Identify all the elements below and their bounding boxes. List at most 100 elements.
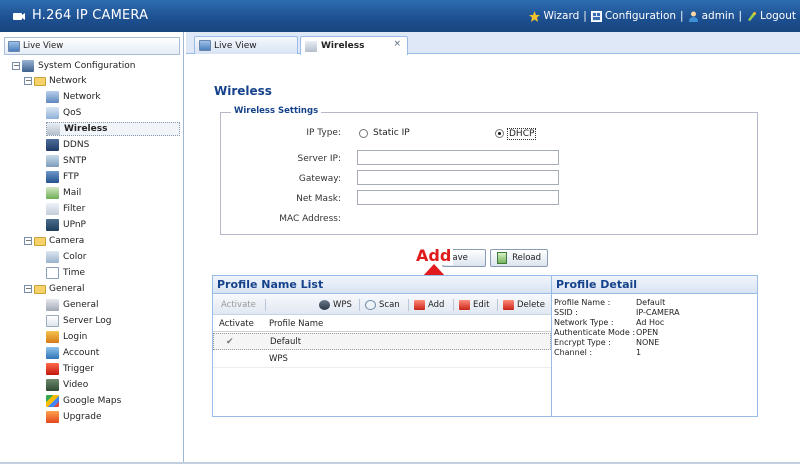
app-title: H.264 IP CAMERA [32,8,149,23]
check-icon: ✔ [226,337,234,347]
collapse-icon[interactable]: − [24,285,32,293]
wizard-link[interactable]: Wizard [529,10,579,22]
tree-item-login[interactable]: Login [46,330,87,344]
table-row[interactable]: ✔ Default [213,333,551,350]
tree-network-folder[interactable]: − Network [24,74,87,88]
tree-item-account[interactable]: Account [46,346,99,360]
tab-label: Wireless [321,41,365,51]
column-header-profile-name[interactable]: Profile Name [269,319,323,329]
gateway-label: Gateway: [298,174,341,184]
configuration-link[interactable]: Configuration [590,10,676,22]
tree-item-ddns[interactable]: DDNS [46,138,89,152]
tree-item-trigger[interactable]: Trigger [46,362,94,376]
profile-list-toolbar: Activate WPS Scan Add Edit Delete [213,295,551,315]
upnp-icon [46,219,59,231]
top-bar: H.264 IP CAMERA Wizard | Configuration |… [0,0,800,32]
server-log-icon [46,315,59,327]
profile-grid-header: Activate Profile Name [213,316,551,332]
close-icon[interactable]: × [393,39,401,49]
tree-label: Camera [49,236,85,246]
wps-icon [319,300,330,310]
tree-label: SNTP [63,156,87,166]
dhcp-radio[interactable] [495,129,504,138]
camera-logo-icon [13,13,25,20]
detail-value: Default [636,298,666,307]
tree-item-mail[interactable]: Mail [46,186,81,200]
live-view-icon [199,40,211,51]
edit-button[interactable]: Edit [459,298,489,312]
server-ip-input[interactable] [357,150,559,165]
top-navigation: Wizard | Configuration | admin | Logout [529,10,796,22]
wps-label: WPS [333,300,352,310]
net-mask-input[interactable] [357,190,559,205]
column-header-activate[interactable]: Activate [219,319,254,329]
tree-item-ftp[interactable]: FTP [46,170,79,184]
profile-name-list-panel: Profile Name List Activate WPS Scan Add [212,275,552,417]
tree-item-network[interactable]: Network [46,90,101,104]
gateway-input[interactable] [357,170,559,185]
table-row[interactable]: WPS [213,351,551,368]
tree-item-server-log[interactable]: Server Log [46,314,111,328]
collapse-icon[interactable]: − [24,237,32,245]
activate-button[interactable]: Activate [221,298,256,312]
tree-item-general[interactable]: General [46,298,98,312]
delete-button[interactable]: Delete [503,298,545,312]
mail-icon [46,187,59,199]
admin-label: admin [701,10,735,22]
scan-label: Scan [379,300,400,310]
collapse-icon[interactable]: − [24,77,32,85]
scan-button[interactable]: Scan [365,298,400,312]
static-ip-radio[interactable] [359,129,368,138]
static-ip-label: Static IP [373,128,410,138]
tree-label: QoS [63,108,82,118]
scan-icon [365,300,376,310]
tree-item-filter[interactable]: Filter [46,202,85,216]
page-title: Wireless [214,84,272,98]
tree-item-sntp[interactable]: SNTP [46,154,86,168]
tree-system-configuration[interactable]: − System Configuration [12,59,135,73]
tab-wireless[interactable]: Wireless × [300,36,408,55]
tree-item-time[interactable]: Time [46,266,85,280]
tree-label: FTP [63,172,79,182]
wps-button[interactable]: WPS [319,298,352,312]
tree-label: General [49,284,85,294]
tree-item-video[interactable]: Video [46,378,88,392]
tree-label: Login [63,332,88,342]
tree-general-folder[interactable]: − General [24,282,84,296]
login-icon [46,331,59,343]
tree-item-wireless[interactable]: Wireless [46,122,180,136]
collapse-icon[interactable]: − [12,62,20,70]
tree-camera-folder[interactable]: − Camera [24,234,84,248]
reload-button[interactable]: Reload [490,249,548,267]
user-icon [688,11,698,22]
delete-icon [503,300,514,310]
toolbar-separator [453,299,454,311]
detail-value: IP-CAMERA [636,308,680,317]
tree-item-upnp[interactable]: UPnP [46,218,86,232]
tree-item-google-maps[interactable]: Google Maps [46,394,121,408]
tab-live-view[interactable]: Live View [194,36,298,54]
add-button[interactable]: Add [414,298,444,312]
tree-label: Network [49,76,87,86]
nav-separator: | [583,10,587,22]
tree-item-color[interactable]: Color [46,250,87,264]
live-view-tab-button[interactable]: Live View [4,37,180,55]
toolbar-separator [359,299,360,311]
time-icon [46,267,59,279]
tree-item-upgrade[interactable]: Upgrade [46,410,101,424]
tree-label: UPnP [63,220,86,230]
profile-name-cell: Default [270,337,302,347]
main-tab-bar: Live View Wireless × [186,32,800,55]
tree-item-qos[interactable]: QoS [46,106,81,120]
detail-value: OPEN [636,328,659,337]
dhcp-label: DHCP [507,128,537,140]
fieldset-legend: Wireless Settings [231,106,322,116]
detail-key: SSID : [554,308,578,317]
logout-link[interactable]: Logout [746,10,796,22]
wireless-icon [305,40,317,52]
folder-icon [34,76,46,86]
qos-icon [46,107,59,119]
folder-icon [34,236,46,246]
admin-link[interactable]: admin [688,10,735,22]
nav-separator: | [680,10,684,22]
